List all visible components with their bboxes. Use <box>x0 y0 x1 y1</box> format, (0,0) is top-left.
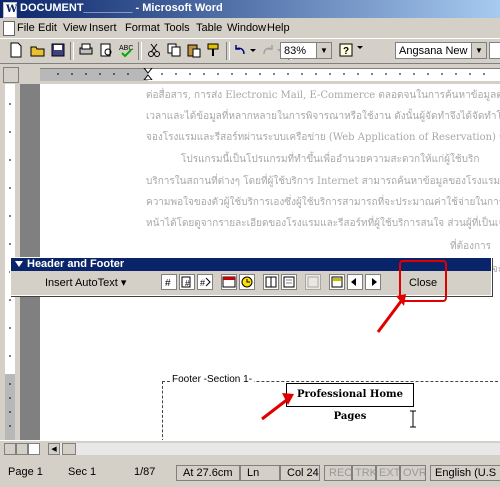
menu-edit[interactable]: Edit <box>38 22 57 34</box>
spelling-icon[interactable]: ABC <box>118 42 134 58</box>
status-section: Sec 1 <box>68 466 97 478</box>
status-bar: Page 1 Sec 1 1/87 At 27.6cm Ln Col 24 RE… <box>0 457 500 487</box>
menu-help[interactable]: Help <box>267 22 290 34</box>
horizontal-ruler[interactable] <box>0 64 500 84</box>
menu-insert[interactable]: Insert <box>89 22 117 34</box>
menu-format[interactable]: Format <box>125 22 160 34</box>
copy-icon[interactable] <box>166 42 182 58</box>
svg-text:#: # <box>165 278 171 289</box>
ruler-ticks <box>57 68 485 80</box>
menu-window[interactable]: Window <box>227 22 266 34</box>
status-page: Page 1 <box>8 466 43 478</box>
save-icon[interactable] <box>50 42 66 58</box>
svg-text:?: ? <box>343 46 349 57</box>
web-layout-view-icon[interactable] <box>16 443 28 455</box>
standard-toolbar: ABC 83% ▼ ? Angsana New ▼ <box>0 39 500 64</box>
footer-section-label: Footer -Section 1- <box>170 374 255 385</box>
menu-table[interactable]: Table <box>196 22 222 34</box>
insert-date-icon[interactable] <box>221 274 237 290</box>
more-buttons-icon[interactable] <box>356 42 364 58</box>
font-name-value: Angsana New <box>399 45 468 57</box>
status-language: English (U.S <box>430 465 500 481</box>
paragraph-line: ต่อสื่อสาร, การส่ง Electronic Mail, E-Co… <box>146 90 500 101</box>
show-hide-text-icon[interactable] <box>281 274 297 290</box>
format-page-number-icon[interactable]: # <box>197 274 213 290</box>
red-arrow-icon <box>376 294 406 333</box>
svg-text:#: # <box>200 278 205 288</box>
paragraph-line: จองโรงแรมและรีสอร์ทผ่านระบบเครือข่าย (We… <box>146 132 500 143</box>
insert-page-number-icon[interactable]: # <box>161 274 177 290</box>
print-icon[interactable] <box>78 42 94 58</box>
menu-tools[interactable]: Tools <box>164 22 190 34</box>
print-layout-view-icon[interactable] <box>28 443 40 455</box>
switch-header-footer-icon[interactable] <box>329 274 345 290</box>
text-cursor-icon <box>410 410 416 428</box>
open-folder-icon[interactable] <box>30 42 46 58</box>
insert-number-of-pages-icon[interactable]: # <box>179 274 195 290</box>
status-ext[interactable]: EXT <box>376 465 400 481</box>
toolbar-separator <box>138 42 142 60</box>
show-previous-icon[interactable] <box>347 274 363 290</box>
print-preview-icon[interactable] <box>98 42 114 58</box>
font-name-combo[interactable]: Angsana New ▼ <box>395 42 487 59</box>
status-trk[interactable]: TRK <box>352 465 376 481</box>
toolbar-separator <box>70 42 74 60</box>
paragraph-line: เวลาและได้ข้อมูลที่หลากหลายในการพิจารณาห… <box>146 111 500 122</box>
header-footer-title: Header and Footer <box>27 258 125 270</box>
chevron-down-icon[interactable]: ▼ <box>316 43 331 58</box>
menu-bar: File Edit View Insert Format Tools Table… <box>0 18 500 39</box>
help-icon[interactable]: ? <box>338 42 354 58</box>
word-document-icon[interactable]: W <box>3 2 17 18</box>
cut-icon[interactable] <box>146 42 162 58</box>
paragraph-line: ที่ต้องการ <box>450 241 492 252</box>
show-next-icon[interactable] <box>365 274 381 290</box>
status-line: Ln <box>240 465 280 481</box>
paste-icon[interactable] <box>186 42 202 58</box>
zoom-value: 83% <box>284 45 307 57</box>
footer-text-box[interactable]: Professional Home Pages <box>286 383 414 422</box>
status-rec[interactable]: REC <box>324 465 352 481</box>
status-ovr[interactable]: OVR <box>400 465 426 481</box>
status-pages: 1/87 <box>134 466 156 478</box>
new-document-icon[interactable] <box>8 42 24 58</box>
svg-text:#: # <box>185 279 190 288</box>
font-size-combo[interactable] <box>489 42 500 59</box>
window-title: DOCUMENT________ - Microsoft Word <box>20 2 223 14</box>
chevron-down-icon[interactable]: ▼ <box>471 43 486 58</box>
menu-file[interactable]: File <box>17 22 35 34</box>
menu-view[interactable]: View <box>63 22 87 34</box>
document-menu-icon[interactable] <box>3 21 15 36</box>
red-arrow-icon <box>261 393 294 421</box>
undo-icon[interactable] <box>232 42 248 58</box>
format-painter-icon[interactable] <box>206 42 222 58</box>
toolbar-options-icon[interactable] <box>15 261 23 267</box>
zoom-combo[interactable]: 83% ▼ <box>280 42 332 59</box>
tab-selector[interactable] <box>3 67 19 83</box>
status-at: At 27.6cm <box>176 465 240 481</box>
paragraph-line: หน้าได้โดยดูจากรายละเอียดของโรงแรมและรีส… <box>146 218 500 229</box>
paragraph-line: ความพอใจของตัวผู้ใช้บริการเองซึ่งผู้ใช้บ… <box>146 197 500 208</box>
toolbar-separator <box>226 42 230 60</box>
page-setup-icon[interactable] <box>263 274 279 290</box>
paragraph-line: บริการในสถานที่ต่างๆ โดยที่ผู้ใช้บริการ … <box>146 176 500 187</box>
same-as-previous-icon[interactable] <box>305 274 321 290</box>
redo-icon[interactable] <box>260 42 276 58</box>
undo-dropdown-icon[interactable] <box>249 42 257 58</box>
normal-view-icon[interactable] <box>4 443 16 455</box>
insert-autotext-button[interactable]: Insert AutoText ▾ <box>45 276 126 289</box>
paragraph-line: โปรแกรมนี้เป็นโปรแกรมที่ทำขึ้นเพื่ออำนวย… <box>181 154 480 165</box>
scroll-left-icon[interactable]: ◀ <box>48 443 60 455</box>
title-bar: W DOCUMENT________ - Microsoft Word <box>0 0 500 18</box>
horizontal-scrollbar[interactable]: ◀ <box>0 440 500 457</box>
insert-time-icon[interactable] <box>239 274 255 290</box>
status-column: Col 24 <box>280 465 320 481</box>
scroll-thumb[interactable] <box>62 443 76 455</box>
